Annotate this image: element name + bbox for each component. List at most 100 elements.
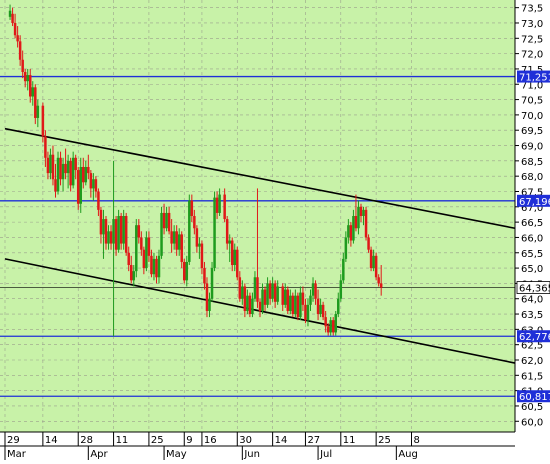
candle-body [213,197,216,269]
candle-body [306,304,310,321]
candle-body [281,286,284,305]
candle-body [142,249,146,269]
candle-body [114,219,118,250]
y-tick-label: 72,0 [521,50,543,61]
candle [248,292,252,318]
candle-body [28,75,32,97]
candle-body [233,249,237,266]
candle [188,194,191,266]
candle-body [248,295,252,315]
candle-body [359,206,363,216]
candle-body [56,157,60,192]
candle-body [36,105,40,118]
candle [160,206,163,259]
candle [117,209,120,253]
candle-body [314,283,317,299]
candle-body [271,283,274,299]
candle-body [251,298,254,315]
candle-body [339,280,343,299]
candle-body [195,228,199,247]
candle-body [319,304,322,315]
candle-body [129,265,133,281]
candle-body [31,87,35,97]
y-tick-label: 65,5 [521,249,543,260]
y-tick-label: 66,5 [521,218,543,229]
candle-body [296,295,300,318]
candle-body [165,212,168,229]
x-tick-label: 27 [307,435,320,446]
candle [369,246,373,272]
candle-body [74,157,77,171]
candle-body [76,170,80,204]
candle-body [64,163,67,174]
y-tick-label: 73,0 [521,19,543,30]
candle [213,191,216,272]
candle [291,292,295,318]
month-label: Jun [243,449,260,460]
candle-body [291,295,295,315]
candle-body [364,209,368,238]
candle-body [225,219,229,244]
candle-body [316,298,320,315]
candle-body [87,166,90,174]
candle-body [379,283,383,288]
candle-body [82,166,85,183]
candle-body [326,326,330,333]
candle-body [349,225,353,241]
candle-body [344,237,348,259]
candle-body [21,59,24,72]
candle-body [283,289,287,305]
candle-body [276,286,279,302]
y-tick-label: 66,0 [521,233,543,244]
candle-body [362,209,365,216]
candle-body [266,283,269,305]
candle-body [256,277,259,302]
candle-body [152,258,156,275]
candle-body [172,231,176,244]
y-tick-label: 60,0 [521,417,543,428]
candle-body [177,234,181,250]
candle-body [190,200,194,216]
y-tick-label: 69,5 [521,126,543,137]
candle-body [352,216,355,241]
candle-body [367,237,370,250]
candle-body [147,237,151,256]
x-tick-label: 28 [80,435,93,446]
candle-body [228,240,231,244]
candle-body [66,160,70,174]
candle-body [51,154,55,180]
candle-body [372,255,375,269]
candle-body [107,231,110,244]
month-label: Apr [90,449,108,460]
candle-body [23,72,27,82]
candle-body [286,289,290,311]
x-tick-label: 9 [186,435,192,446]
candle [183,258,186,284]
candle-body [183,261,186,281]
candle-body [369,249,373,269]
candle-body [119,216,123,244]
candle-body [46,157,50,174]
candle-body [145,237,148,269]
candle-body [112,219,115,244]
price-chart: 60,060,561,061,562,062,563,063,564,064,5… [0,0,550,460]
candle [364,206,368,241]
y-tick-label: 61,5 [521,371,543,382]
candle-body [122,216,125,244]
x-tick-label: 25 [378,435,391,446]
candle-body [18,41,22,60]
candle [124,212,128,256]
candle-body [102,219,105,235]
candle-body [104,219,108,244]
candle-body [193,216,196,229]
candle-body [162,212,166,229]
candle-body [79,166,82,204]
candle-body [309,295,312,305]
candle-body [321,304,325,318]
x-tick-label: 29 [7,435,20,446]
candle-body [84,166,88,183]
candle-body [16,35,19,42]
candle-body [61,163,65,180]
y-tick-label: 70,5 [521,96,543,107]
candle-body [337,298,340,315]
